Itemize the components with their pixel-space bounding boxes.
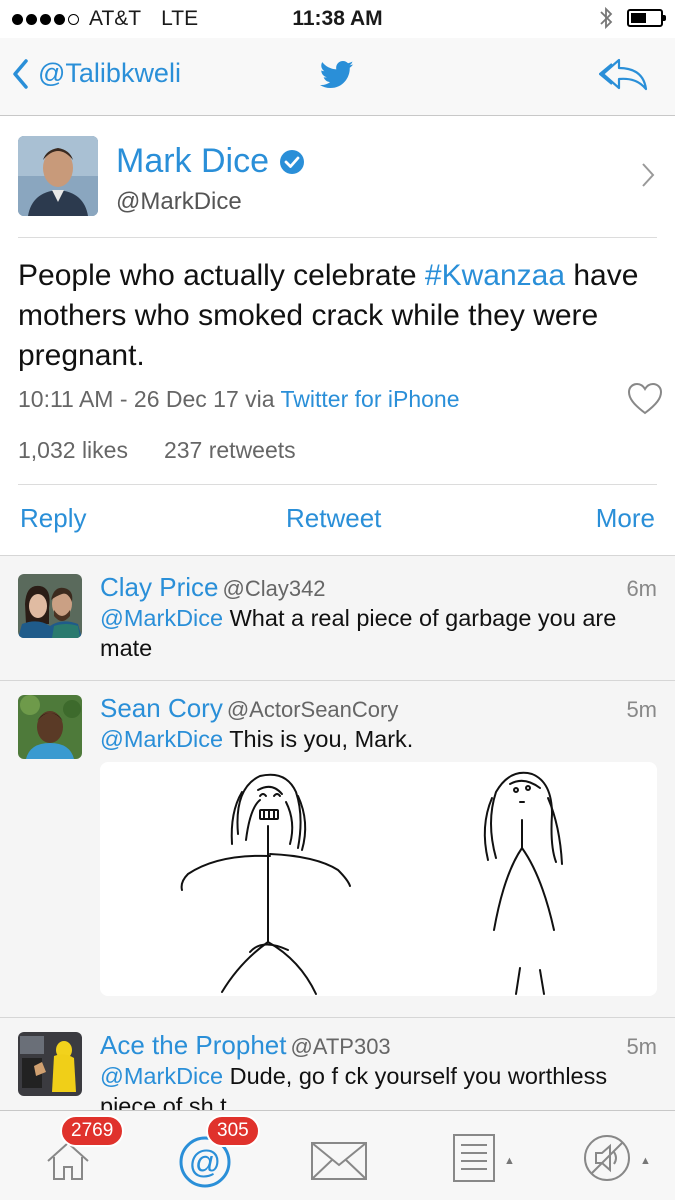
- profile-photo-icon: [18, 136, 98, 216]
- mention-link[interactable]: @MarkDice: [100, 726, 223, 752]
- twitter-bird-icon[interactable]: [320, 60, 354, 90]
- reply-author[interactable]: Ace the Prophet @ATP303: [100, 1030, 391, 1061]
- reply-author-handle: @ATP303: [290, 1034, 391, 1059]
- like-heart-icon[interactable]: [627, 382, 663, 416]
- stick-figure-drawing: [180, 771, 563, 995]
- tweet-text-start: People who actually celebrate: [18, 259, 425, 292]
- retweet-button[interactable]: Retweet: [286, 503, 381, 534]
- tab-bar: 2769 @ 305 ▲ ▲: [0, 1110, 675, 1200]
- reply-avatar-icon: [18, 574, 82, 638]
- likes-count[interactable]: 1,032 likes: [18, 437, 128, 464]
- chevron-left-icon: [13, 58, 28, 89]
- divider: [18, 237, 657, 238]
- reply-time: 6m: [626, 576, 657, 601]
- status-bar: AT&T LTE 11:38 AM: [0, 0, 675, 38]
- reply-time: 5m: [626, 697, 657, 722]
- status-time: 11:38 AM: [292, 7, 383, 30]
- reply-author[interactable]: Sean Cory @ActorSeanCory: [100, 693, 398, 724]
- reply-avatar-icon: [18, 1032, 82, 1096]
- reply-author-name: Clay Price: [100, 572, 219, 602]
- avatar[interactable]: [18, 574, 82, 638]
- status-right: [599, 6, 666, 30]
- profile-handle: @MarkDice: [116, 188, 242, 215]
- tweet-text: People who actually celebrate #Kwanzaa h…: [18, 256, 663, 376]
- tweet-actions: Reply Retweet More: [0, 485, 675, 555]
- envelope-icon: [311, 1142, 367, 1180]
- replies-list[interactable]: Clay Price @Clay342 6m @MarkDice What a r…: [0, 555, 675, 1110]
- profile-header[interactable]: Mark Dice @MarkDice: [0, 116, 675, 238]
- dropdown-triangle-icon: ▲: [640, 1155, 651, 1167]
- back-button[interactable]: @Talibkweli: [12, 58, 181, 89]
- navigation-bar: @Talibkweli: [0, 38, 675, 116]
- back-label: @Talibkweli: [38, 58, 181, 88]
- mention-link[interactable]: @MarkDice: [100, 1063, 223, 1089]
- bluetooth-icon: [600, 6, 613, 30]
- reply-author[interactable]: Clay Price @Clay342: [100, 572, 326, 603]
- retweets-count[interactable]: 237 retweets: [164, 437, 296, 464]
- list-icon: [453, 1134, 495, 1182]
- tweet-stats: 1,032 likes 237 retweets: [18, 437, 296, 464]
- dropdown-triangle-icon: ▲: [504, 1155, 515, 1167]
- tab-messages[interactable]: [306, 1111, 376, 1200]
- attached-image[interactable]: [100, 762, 657, 996]
- verified-badge-icon: [280, 149, 305, 174]
- reply-text: @MarkDice This is you, Mark.: [100, 724, 660, 754]
- tab-home[interactable]: 2769: [30, 1111, 130, 1200]
- client-link[interactable]: Twitter for iPhone: [281, 386, 460, 412]
- more-button[interactable]: More: [596, 503, 655, 534]
- reply-time: 5m: [626, 1034, 657, 1059]
- list-item[interactable]: Clay Price @Clay342 6m @MarkDice What a r…: [0, 556, 675, 680]
- reply-button[interactable]: Reply: [20, 503, 86, 534]
- reply-avatar-icon: [18, 695, 82, 759]
- svg-text:@: @: [189, 1144, 221, 1180]
- reply-author-name: Sean Cory: [100, 693, 223, 723]
- profile-name-text: Mark Dice: [116, 142, 270, 180]
- avatar[interactable]: [18, 695, 82, 759]
- tweet-timestamp: 10:11 AM - 26 Dec 17 via: [18, 386, 281, 412]
- mention-link[interactable]: @MarkDice: [100, 605, 223, 631]
- tab-mentions[interactable]: @ 305: [170, 1111, 270, 1200]
- chevron-right-icon[interactable]: [641, 162, 655, 188]
- tab-sound[interactable]: ▲: [580, 1111, 660, 1200]
- reply-text: @MarkDice What a real piece of garbage y…: [100, 603, 660, 663]
- reply-icon[interactable]: [599, 56, 649, 92]
- reply-author-handle: @Clay342: [222, 576, 326, 601]
- mentions-badge: 305: [206, 1115, 260, 1147]
- reply-author-name: Ace the Prophet: [100, 1030, 287, 1060]
- mute-icon: [584, 1135, 630, 1181]
- hashtag-link[interactable]: #Kwanzaa: [425, 259, 565, 292]
- reply-body: This is you, Mark.: [223, 726, 414, 752]
- home-badge: 2769: [60, 1115, 125, 1147]
- reply-text: @MarkDice Dude, go f ck yourself you wor…: [100, 1061, 660, 1110]
- reply-author-handle: @ActorSeanCory: [226, 697, 399, 722]
- profile-name[interactable]: Mark Dice: [116, 142, 305, 181]
- avatar[interactable]: [18, 1032, 82, 1096]
- battery-icon: [627, 9, 666, 27]
- avatar[interactable]: [18, 136, 98, 216]
- list-item[interactable]: Ace the Prophet @ATP303 5m @MarkDice Dude…: [0, 1018, 675, 1110]
- tweet-meta: 10:11 AM - 26 Dec 17 via Twitter for iPh…: [18, 386, 460, 413]
- tab-lists[interactable]: ▲: [446, 1111, 526, 1200]
